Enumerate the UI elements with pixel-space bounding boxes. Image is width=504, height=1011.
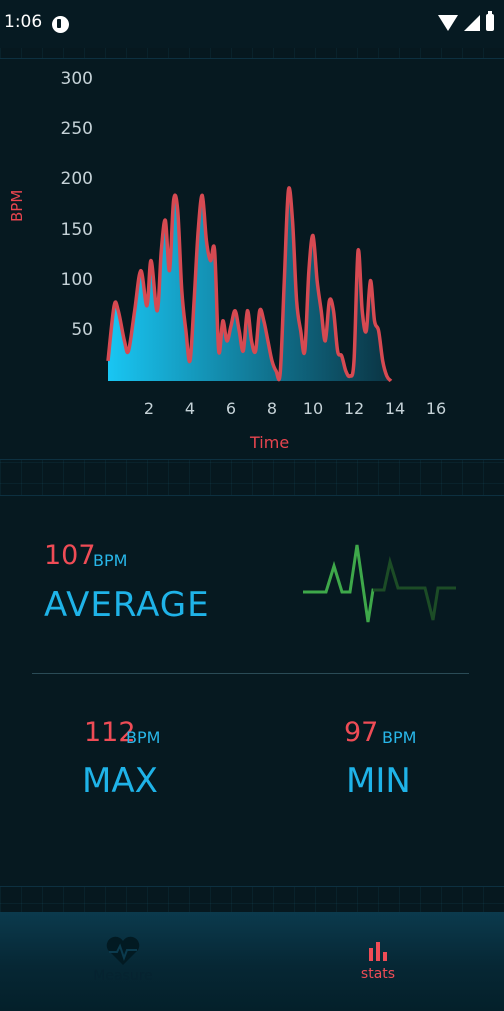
average-unit: BPM	[93, 551, 128, 570]
nav-stats-tab[interactable]: stats	[335, 922, 421, 982]
nav-measure-tab[interactable]: Measure	[80, 922, 166, 984]
nav-measure-label: Measure	[93, 968, 153, 984]
heart-pulse-icon	[106, 936, 140, 965]
max-label: MAX	[82, 761, 158, 801]
nav-stats-label: stats	[360, 966, 396, 982]
min-unit: BPM	[382, 728, 417, 747]
bottom-navigation	[0, 912, 504, 1011]
pulse-graphic	[303, 544, 456, 623]
min-label: MIN	[346, 761, 411, 801]
pulse-line-bright	[303, 544, 380, 623]
average-label: AVERAGE	[44, 585, 210, 625]
pulse-line-dim	[373, 556, 456, 621]
min-value: 97	[344, 717, 379, 748]
average-value: 107	[44, 540, 96, 571]
max-unit: BPM	[126, 728, 161, 747]
bar-chart-icon	[369, 942, 387, 961]
stats-divider	[32, 673, 469, 674]
chart-plot	[106, 186, 393, 383]
